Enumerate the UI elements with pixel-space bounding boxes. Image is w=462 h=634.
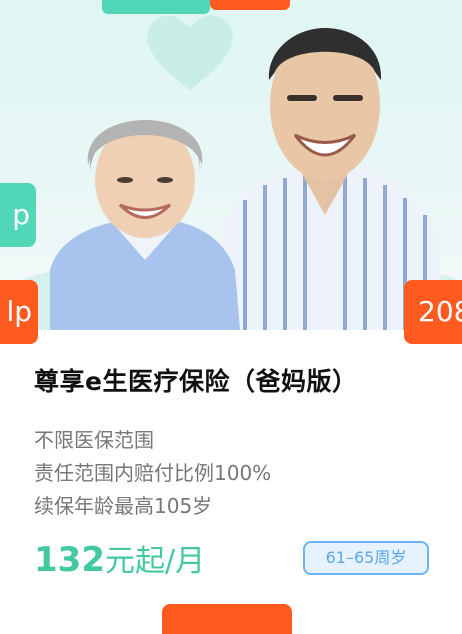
price: 132元起/月 xyxy=(34,536,205,580)
elderly-woman-image xyxy=(50,120,240,330)
price-number: 132 xyxy=(34,540,105,580)
product-title: 尊享e生医疗保险（爸妈版） xyxy=(34,367,358,396)
side-badge-left-orange[interactable]: lp xyxy=(0,280,38,344)
age-range-badge: 61–65周岁 xyxy=(303,541,429,575)
top-tab-green[interactable] xyxy=(102,0,210,14)
side-badge-left-green[interactable]: p xyxy=(0,183,36,247)
feature-item: 责任范围内赔付比例100% xyxy=(34,461,272,485)
feature-item: 不限医保范围 xyxy=(34,428,154,452)
hero-banner xyxy=(0,0,462,330)
cta-button[interactable] xyxy=(162,604,292,634)
feature-item: 续保年龄最高105岁 xyxy=(34,494,213,518)
side-badge-right-orange[interactable]: 208 xyxy=(404,280,462,344)
price-unit: 元起/月 xyxy=(104,544,206,579)
top-tab-orange[interactable] xyxy=(210,0,290,10)
